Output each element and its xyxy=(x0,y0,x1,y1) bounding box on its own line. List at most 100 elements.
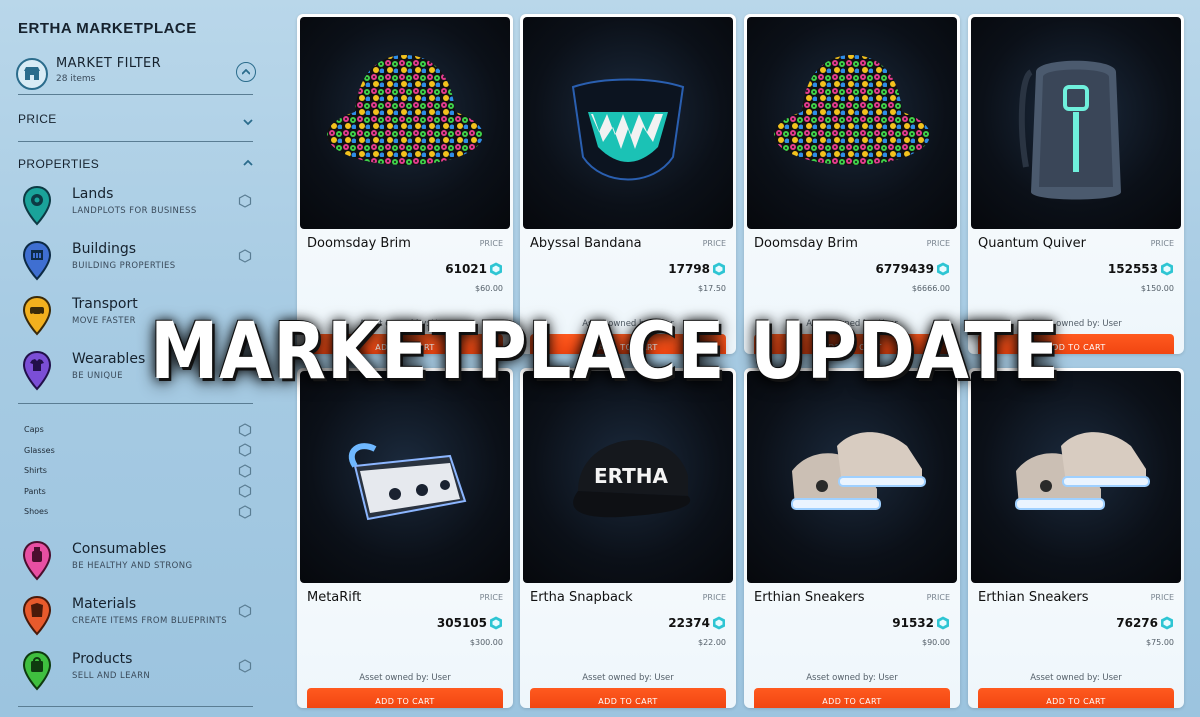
filter-pants[interactable]: Pants xyxy=(24,487,46,496)
car-icon xyxy=(22,296,52,336)
owner-label: Asset owned by: User xyxy=(806,319,898,329)
price-label: PRICE xyxy=(702,593,726,602)
add-to-cart-button[interactable]: ADD TO CART xyxy=(307,334,503,354)
hexagon-checkbox[interactable] xyxy=(238,604,252,618)
product-name: Doomsday Brim xyxy=(307,236,411,251)
price-label: PRICE xyxy=(926,239,950,248)
category-name: Consumables xyxy=(72,541,167,557)
token-icon xyxy=(937,616,949,630)
category-materials[interactable]: Materials CREATE ITEMS FROM BLUEPRINTS xyxy=(22,596,262,636)
category-buildings[interactable]: Buildings BUILDING PROPERTIES xyxy=(22,241,262,281)
category-products[interactable]: Products SELL AND LEARN xyxy=(22,651,262,691)
hexagon-checkbox[interactable] xyxy=(238,249,252,263)
category-name: Lands xyxy=(72,186,114,202)
filter-caps[interactable]: Caps xyxy=(24,425,44,434)
usd-price: $300.00 xyxy=(469,638,503,647)
mask-image xyxy=(571,78,685,181)
hexagon-checkbox[interactable] xyxy=(238,423,252,437)
token-price: 6779439 xyxy=(875,262,934,276)
product-image[interactable] xyxy=(971,371,1181,583)
product-card[interactable]: Quantum Quiver PRICE 152553 $150.00 Asse… xyxy=(968,14,1184,354)
product-card[interactable]: Doomsday Brim PRICE 6779439 $6666.00 Ass… xyxy=(744,14,960,354)
usd-price: $60.00 xyxy=(475,284,503,293)
hexagon-checkbox[interactable] xyxy=(238,484,252,498)
add-to-cart-button[interactable]: ADD TO CART xyxy=(307,688,503,708)
product-image[interactable] xyxy=(523,17,733,229)
chevron-up-icon[interactable] xyxy=(242,157,254,169)
market-filter-header[interactable]: MARKET FILTER 28 items xyxy=(16,56,256,92)
owner-label: Asset owned by: User xyxy=(582,673,674,683)
category-subtitle: BUILDING PROPERTIES xyxy=(72,261,176,271)
backpack-image xyxy=(1018,60,1121,200)
product-image[interactable]: ERTHA xyxy=(523,371,733,583)
vr-headset-image xyxy=(348,443,467,521)
category-subtitle: BE UNIQUE xyxy=(72,371,123,381)
token-price: 305105 xyxy=(436,616,487,630)
product-name: Doomsday Brim xyxy=(754,236,858,251)
hexagon-checkbox[interactable] xyxy=(238,443,252,457)
owner-label: Asset owned by: User xyxy=(1030,319,1122,329)
product-name: Ertha Snapback xyxy=(530,590,633,605)
hexagon-checkbox[interactable] xyxy=(238,505,252,519)
add-to-cart-button[interactable]: ADD TO CART xyxy=(978,334,1174,354)
product-card[interactable]: Erthian Sneakers PRICE 91532 $90.00 Asse… xyxy=(744,368,960,708)
owner-label: Asset owned by: User xyxy=(806,673,898,683)
category-name: Materials xyxy=(72,596,137,612)
chevron-down-icon[interactable] xyxy=(242,116,254,128)
product-card[interactable]: Doomsday Brim PRICE 61021 $60.00 Asset o… xyxy=(297,14,513,354)
product-image[interactable] xyxy=(747,17,957,229)
product-name: Abyssal Bandana xyxy=(530,236,642,251)
token-price: 91532 xyxy=(892,616,934,630)
bottle-icon xyxy=(22,541,52,581)
filter-glasses[interactable]: Glasses xyxy=(24,446,55,455)
category-lands[interactable]: Lands LANDPLOTS FOR BUSINESS xyxy=(22,186,262,226)
divider xyxy=(18,94,253,95)
usd-price: $17.50 xyxy=(698,284,726,293)
filter-shirts[interactable]: Shirts xyxy=(24,466,47,475)
sneakers-image xyxy=(1015,432,1150,510)
add-to-cart-button[interactable]: ADD TO CART xyxy=(754,334,950,354)
product-image[interactable] xyxy=(747,371,957,583)
price-label: PRICE xyxy=(702,239,726,248)
product-card[interactable]: Abyssal Bandana PRICE 17798 $17.50 Asset… xyxy=(520,14,736,354)
category-consumables[interactable]: Consumables BE HEALTHY AND STRONG xyxy=(22,541,262,581)
owner-label: Asset owned by: User xyxy=(582,319,674,329)
cap-image: ERTHA xyxy=(573,439,691,518)
cap-logo-text: ERTHA xyxy=(594,464,669,488)
category-wearables[interactable]: Wearables BE UNIQUE xyxy=(22,351,262,391)
add-to-cart-button[interactable]: ADD TO CART xyxy=(754,688,950,708)
shirt-icon xyxy=(22,351,52,391)
usd-price: $150.00 xyxy=(1140,284,1174,293)
add-to-cart-button[interactable]: ADD TO CART xyxy=(978,688,1174,708)
product-name: Quantum Quiver xyxy=(978,236,1086,251)
building-icon xyxy=(22,241,52,281)
category-subtitle: MOVE FASTER xyxy=(72,316,136,326)
product-image[interactable] xyxy=(971,17,1181,229)
category-subtitle: SELL AND LEARN xyxy=(72,671,151,681)
properties-section-toggle[interactable]: PROPERTIES xyxy=(18,157,99,171)
owner-label: Asset owned by: User xyxy=(359,673,451,683)
divider xyxy=(18,403,253,404)
store-icon xyxy=(16,58,48,90)
category-transport[interactable]: Transport MOVE FASTER xyxy=(22,296,262,336)
hexagon-checkbox[interactable] xyxy=(238,464,252,478)
product-card[interactable]: ERTHA Ertha Snapback PRICE 22374 $22.00 … xyxy=(520,368,736,708)
category-subtitle: CREATE ITEMS FROM BLUEPRINTS xyxy=(72,616,228,626)
price-section-toggle[interactable]: PRICE xyxy=(18,112,57,126)
product-image[interactable] xyxy=(300,371,510,583)
product-card[interactable]: Erthian Sneakers PRICE 76276 $75.00 Asse… xyxy=(968,368,1184,708)
market-filter-label: MARKET FILTER xyxy=(56,56,162,71)
hexagon-checkbox[interactable] xyxy=(238,194,252,208)
product-card[interactable]: MetaRift PRICE 305105 $300.00 Asset owne… xyxy=(297,368,513,708)
token-icon xyxy=(937,262,949,276)
item-count: 28 items xyxy=(56,74,96,84)
add-to-cart-button[interactable]: ADD TO CART xyxy=(530,688,726,708)
token-icon xyxy=(490,262,502,276)
add-to-cart-button[interactable]: ADD TO CART xyxy=(530,334,726,354)
filter-shoes[interactable]: Shoes xyxy=(24,507,48,516)
usd-price: $75.00 xyxy=(1146,638,1174,647)
product-image[interactable] xyxy=(300,17,510,229)
hexagon-checkbox[interactable] xyxy=(238,659,252,673)
token-icon xyxy=(713,262,725,276)
collapse-filter-button[interactable] xyxy=(236,62,256,82)
